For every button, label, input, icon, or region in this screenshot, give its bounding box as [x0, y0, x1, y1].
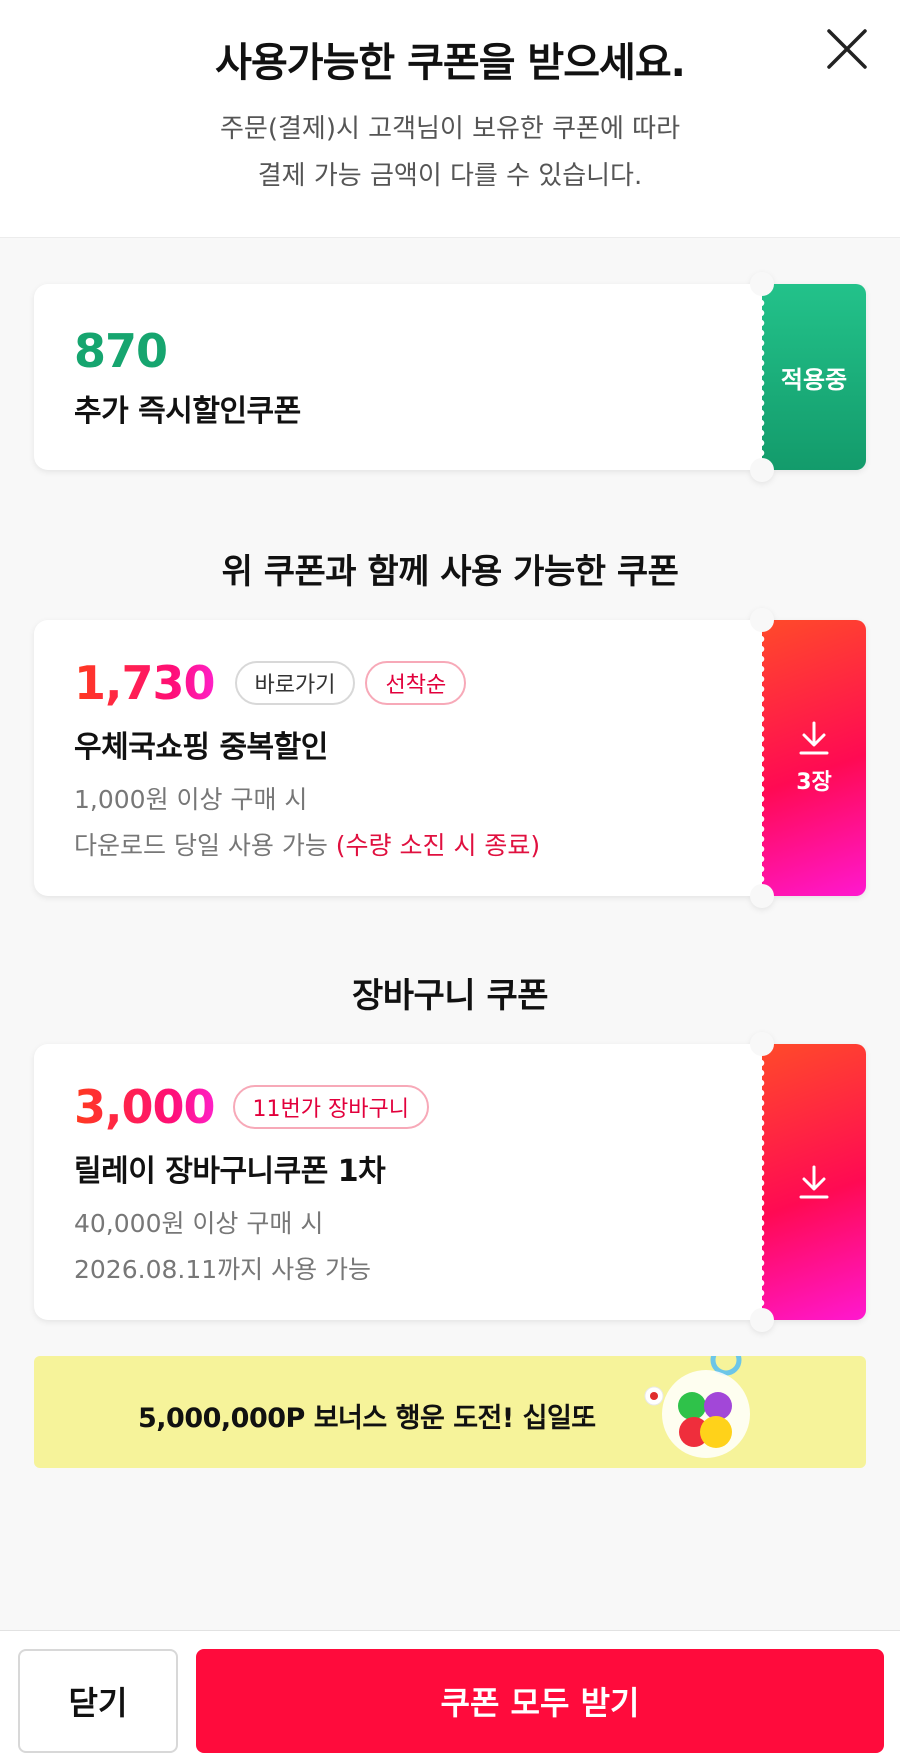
coupon-name: 추가 즉시할인쿠폰	[74, 394, 301, 429]
cart-badge: 11번가 장바구니	[232, 1085, 429, 1129]
bottom-action-bar: 닫기 쿠폰 모두 받기	[0, 1630, 900, 1760]
coupon-amount: 870	[74, 324, 168, 378]
close-modal-button[interactable]: 닫기	[18, 1649, 178, 1753]
close-icon	[827, 29, 867, 69]
close-button[interactable]	[824, 26, 870, 72]
applied-status-label: 적용중	[780, 365, 848, 394]
download-coupon-button[interactable]: 3장	[750, 608, 866, 908]
coupon-name: 우체국쇼핑 중복할인	[74, 730, 328, 765]
lottery-balls-icon	[644, 1356, 750, 1458]
section-title-cart: 장바구니 쿠폰	[351, 976, 549, 1016]
validity-text: 다운로드 당일 사용 가능	[74, 831, 328, 860]
coupon-validity: 2026.08.11까지 사용 가능	[74, 1255, 372, 1284]
download-icon	[799, 721, 829, 755]
applied-coupon-card: 870 추가 즉시할인쿠폰 적용중	[34, 272, 866, 482]
combo-coupon-card: 1,730 바로가기 선착순 우체국쇼핑 중복할인 1,000원 이상 구매 시…	[34, 608, 866, 908]
modal-header: 사용가능한 쿠폰을 받으세요. 주문(결제)시 고객님이 보유한 쿠폰에 따라 …	[0, 0, 900, 238]
download-all-coupons-button[interactable]: 쿠폰 모두 받기	[196, 1649, 884, 1753]
download-icon	[799, 1165, 829, 1199]
coupon-validity: 다운로드 당일 사용 가능 (수량 소진 시 종료)	[74, 826, 762, 862]
first-come-badge: 선착순	[365, 661, 467, 705]
page-title: 사용가능한 쿠폰을 받으세요.	[215, 40, 686, 86]
section-title-combo: 위 쿠폰과 함께 사용 가능한 쿠폰	[221, 552, 679, 592]
coupon-amount: 1,730	[74, 656, 216, 710]
banner-text: 5,000,000P 보너스 행운 도전! 십일또	[138, 1403, 596, 1434]
coupon-condition: 1,000원 이상 구매 시	[74, 785, 308, 814]
goto-badge-button[interactable]: 바로가기	[234, 661, 356, 705]
coupon-condition: 40,000원 이상 구매 시	[74, 1209, 324, 1238]
cart-coupon-card: 3,000 11번가 장바구니 릴레이 장바구니쿠폰 1차 40,000원 이상…	[34, 1032, 866, 1332]
page-subtitle: 주문(결제)시 고객님이 보유한 쿠폰에 따라 결제 가능 금액이 다를 수 있…	[0, 106, 900, 200]
applied-status-tab: 적용중	[750, 272, 866, 482]
coupon-name: 릴레이 장바구니쿠폰 1차	[74, 1154, 386, 1189]
subtitle-line-2: 결제 가능 금액이 다를 수 있습니다.	[257, 161, 643, 191]
validity-note: (수량 소진 시 종료)	[335, 831, 541, 860]
coupon-count: 3장	[796, 770, 832, 795]
download-coupon-button[interactable]	[750, 1032, 866, 1332]
coupon-amount: 3,000	[74, 1080, 216, 1134]
subtitle-line-1: 주문(결제)시 고객님이 보유한 쿠폰에 따라	[220, 114, 680, 144]
lottery-banner[interactable]: 5,000,000P 보너스 행운 도전! 십일또	[34, 1356, 866, 1468]
